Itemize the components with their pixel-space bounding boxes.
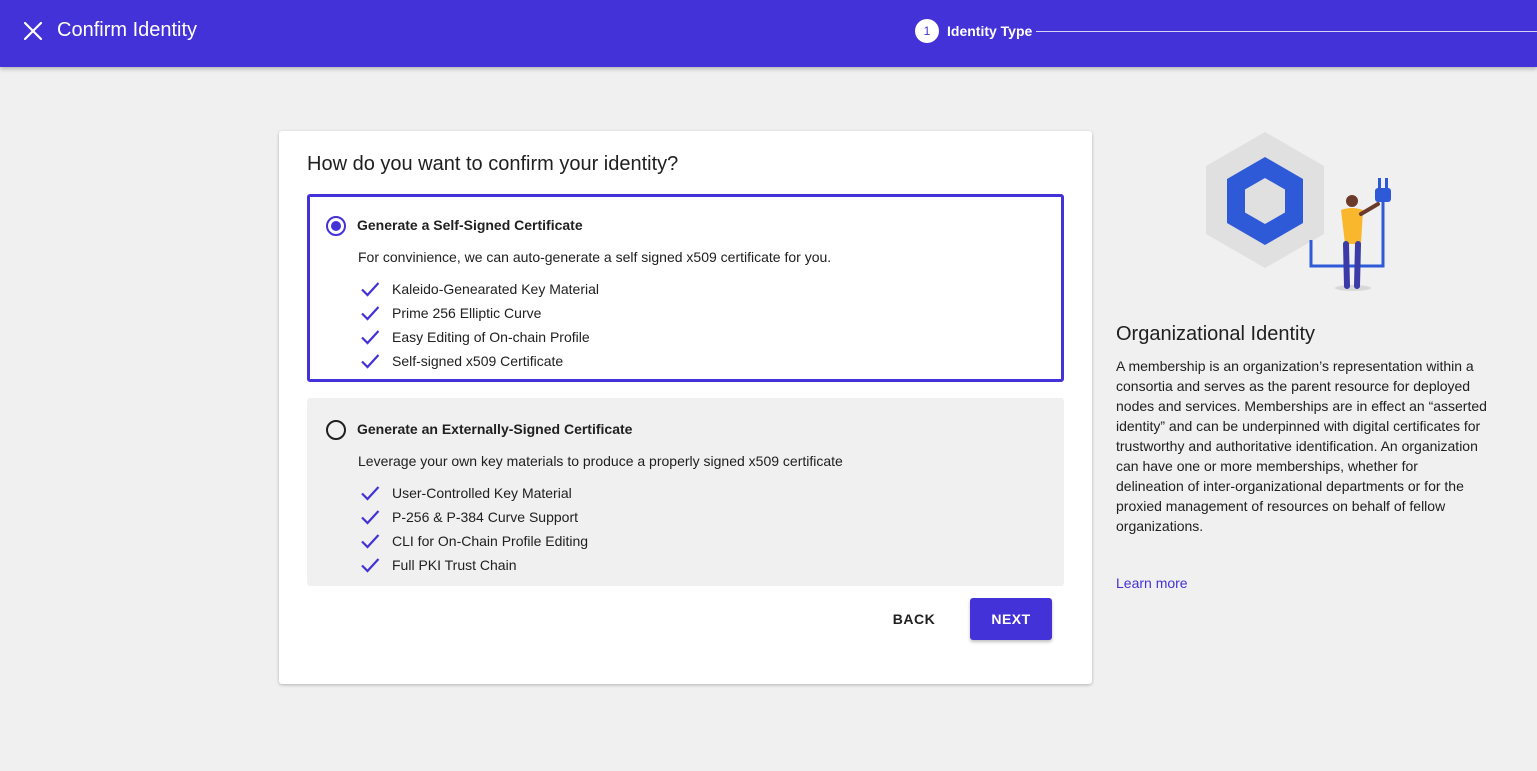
plug-prong <box>1378 178 1381 188</box>
feature-item: Prime 256 Elliptic Curve <box>360 301 599 325</box>
plug-prong <box>1385 178 1388 188</box>
feature-list: Kaleido-Genearated Key Material Prime 25… <box>360 277 599 373</box>
feature-label: Easy Editing of On-chain Profile <box>392 329 590 345</box>
radio-externally-signed[interactable] <box>326 420 346 440</box>
check-icon <box>361 354 380 369</box>
feature-item: Self-signed x509 Certificate <box>360 349 599 373</box>
stepper-step-identity-type: 1 Identity Type <box>915 19 1032 43</box>
check-icon <box>361 330 380 345</box>
step-label: Identity Type <box>947 23 1033 39</box>
radio-self-signed[interactable] <box>326 216 346 236</box>
identity-illustration <box>1206 132 1391 291</box>
sidebar-title: Organizational Identity <box>1116 323 1316 345</box>
plug-icon <box>1375 188 1391 202</box>
feature-label: Self-signed x509 Certificate <box>392 353 564 369</box>
option-self-signed-certificate[interactable]: Generate a Self-Signed Certificate For c… <box>307 194 1064 382</box>
feature-item: Kaleido-Genearated Key Material <box>360 277 599 301</box>
check-icon <box>361 534 380 549</box>
feature-label: P-256 & P-384 Curve Support <box>392 509 578 525</box>
check-icon <box>361 306 380 321</box>
next-button[interactable]: NEXT <box>970 598 1052 640</box>
option-title: Generate a Self-Signed Certificate <box>357 217 583 233</box>
check-icon <box>361 558 380 573</box>
option-description: For convinience, we can auto-generate a … <box>358 249 832 265</box>
sidebar-description: A membership is an organization’s repres… <box>1116 358 1487 534</box>
back-button[interactable]: BACK <box>879 598 949 640</box>
feature-label: Prime 256 Elliptic Curve <box>392 305 542 321</box>
feature-item: P-256 & P-384 Curve Support <box>360 505 588 529</box>
card-title: How do you want to confirm your identity… <box>307 153 679 175</box>
feature-list: User-Controlled Key Material P-256 & P-3… <box>360 481 588 577</box>
step-number-badge: 1 <box>915 19 939 43</box>
feature-item: CLI for On-Chain Profile Editing <box>360 529 588 553</box>
feature-label: User-Controlled Key Material <box>392 485 572 501</box>
option-title: Generate an Externally-Signed Certificat… <box>357 421 633 437</box>
top-app-bar: Confirm Identity 1 Identity Type <box>0 0 1537 67</box>
feature-label: Kaleido-Genearated Key Material <box>392 281 600 297</box>
page-title: Confirm Identity <box>57 19 198 41</box>
person-arm <box>1359 202 1380 216</box>
check-icon <box>361 486 380 501</box>
feature-item: User-Controlled Key Material <box>360 481 588 505</box>
feature-item: Easy Editing of On-chain Profile <box>360 325 599 349</box>
stepper-connector <box>1036 31 1537 32</box>
person-shadow <box>1335 285 1371 291</box>
option-externally-signed-certificate[interactable]: Generate an Externally-Signed Certificat… <box>307 398 1064 586</box>
option-description: Leverage your own key materials to produ… <box>358 453 843 469</box>
check-icon <box>361 510 380 525</box>
check-icon <box>361 282 380 297</box>
feature-label: Full PKI Trust Chain <box>392 557 517 573</box>
learn-more-link[interactable]: Learn more <box>1116 575 1188 591</box>
feature-label: CLI for On-Chain Profile Editing <box>392 533 589 549</box>
identity-type-card: How do you want to confirm your identity… <box>279 131 1092 684</box>
person-head <box>1346 195 1358 207</box>
close-icon[interactable] <box>22 20 44 42</box>
feature-item: Full PKI Trust Chain <box>360 553 588 577</box>
radio-selected-dot <box>331 221 341 231</box>
